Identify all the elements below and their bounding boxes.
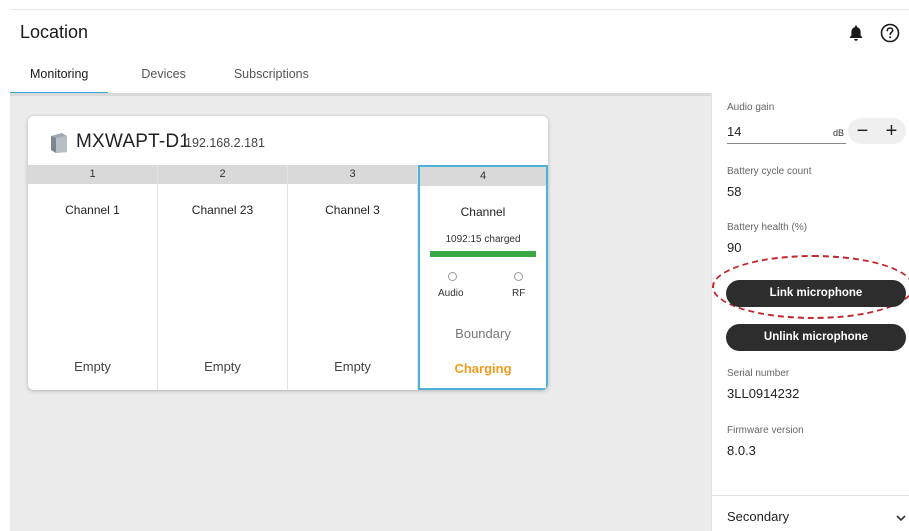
channel-name: Channel 23 (191, 203, 254, 217)
secondary-section-toggle[interactable]: Secondary (727, 509, 789, 524)
increase-gain-button[interactable]: + (877, 118, 906, 144)
device-card-header: MXWAPT-D1 192.168.2.181 (28, 116, 548, 165)
audio-gain-label: Audio gain (727, 102, 775, 113)
channel-number: 4 (420, 167, 546, 186)
rf-led-icon (514, 272, 523, 281)
charge-time: 1092:15 charged (445, 234, 521, 245)
access-point-icon (50, 132, 68, 154)
tab-subscriptions[interactable]: Subscriptions (206, 66, 329, 93)
tab-bar: Monitoring Devices Subscriptions (10, 66, 329, 94)
channel-number: 3 (288, 165, 417, 184)
channel-status: Charging (454, 361, 512, 376)
channel-number: 2 (158, 165, 287, 184)
audio-gain-stepper: − + (848, 118, 906, 144)
device-ip: 192.168.2.181 (185, 136, 265, 150)
battery-bar (430, 251, 536, 257)
battery-health-label: Battery health (%) (727, 222, 808, 233)
channel-column-4[interactable]: 4 Channel 1092:15 charged Audio RF Bound… (418, 165, 548, 390)
serial-number-value: 3LL0914232 (727, 386, 800, 401)
decrease-gain-button[interactable]: − (848, 118, 877, 144)
audio-gain-underline (727, 143, 846, 144)
audio-gain-input[interactable]: 14 (727, 124, 741, 139)
app-header: Location Monitoring Devices Subscription… (0, 10, 909, 94)
audio-label: Audio (438, 288, 464, 299)
channel-name: Channel 1 (65, 203, 120, 217)
monitoring-area: MXWAPT-D1 192.168.2.181 1 Channel 1 Empt… (10, 93, 711, 531)
channel-status: Empty (334, 359, 371, 374)
battery-cycle-label: Battery cycle count (727, 166, 812, 177)
channel-column-3[interactable]: 3 Channel 3 Empty (288, 165, 418, 390)
channel-name: Channel 3 (325, 203, 380, 217)
device-name: MXWAPT-D1 (76, 131, 191, 152)
audio-led-icon (448, 272, 457, 281)
firmware-label: Firmware version (727, 425, 804, 436)
channel-column-2[interactable]: 2 Channel 23 Empty (158, 165, 288, 390)
tab-devices[interactable]: Devices (108, 66, 205, 93)
help-icon[interactable] (879, 22, 901, 44)
rf-label: RF (512, 288, 526, 299)
channel-name: Channel (460, 205, 506, 219)
channel-status: Empty (74, 359, 111, 374)
battery-cycle-value: 58 (727, 184, 742, 199)
audio-gain-unit: dB (833, 128, 845, 138)
link-microphone-button[interactable]: Link microphone (726, 280, 906, 307)
details-panel: Audio gain 14 dB − + Battery cycle count… (711, 93, 909, 531)
battery-health-value: 90 (727, 240, 742, 255)
mic-type: Boundary (455, 326, 511, 341)
channel-status: Empty (204, 359, 241, 374)
bell-icon[interactable] (845, 22, 867, 44)
channel-column-1[interactable]: 1 Channel 1 Empty (28, 165, 158, 390)
panel-divider (712, 495, 909, 496)
page-title: Location (20, 22, 89, 42)
firmware-value: 8.0.3 (727, 443, 756, 458)
chevron-down-icon[interactable] (895, 511, 907, 523)
channel-columns: 1 Channel 1 Empty 2 Channel 23 Empty 3 C… (28, 165, 548, 390)
serial-number-label: Serial number (727, 368, 790, 379)
unlink-microphone-button[interactable]: Unlink microphone (726, 324, 906, 351)
tab-monitoring[interactable]: Monitoring (10, 66, 109, 94)
channel-number: 1 (28, 165, 157, 184)
device-card[interactable]: MXWAPT-D1 192.168.2.181 1 Channel 1 Empt… (28, 116, 548, 390)
